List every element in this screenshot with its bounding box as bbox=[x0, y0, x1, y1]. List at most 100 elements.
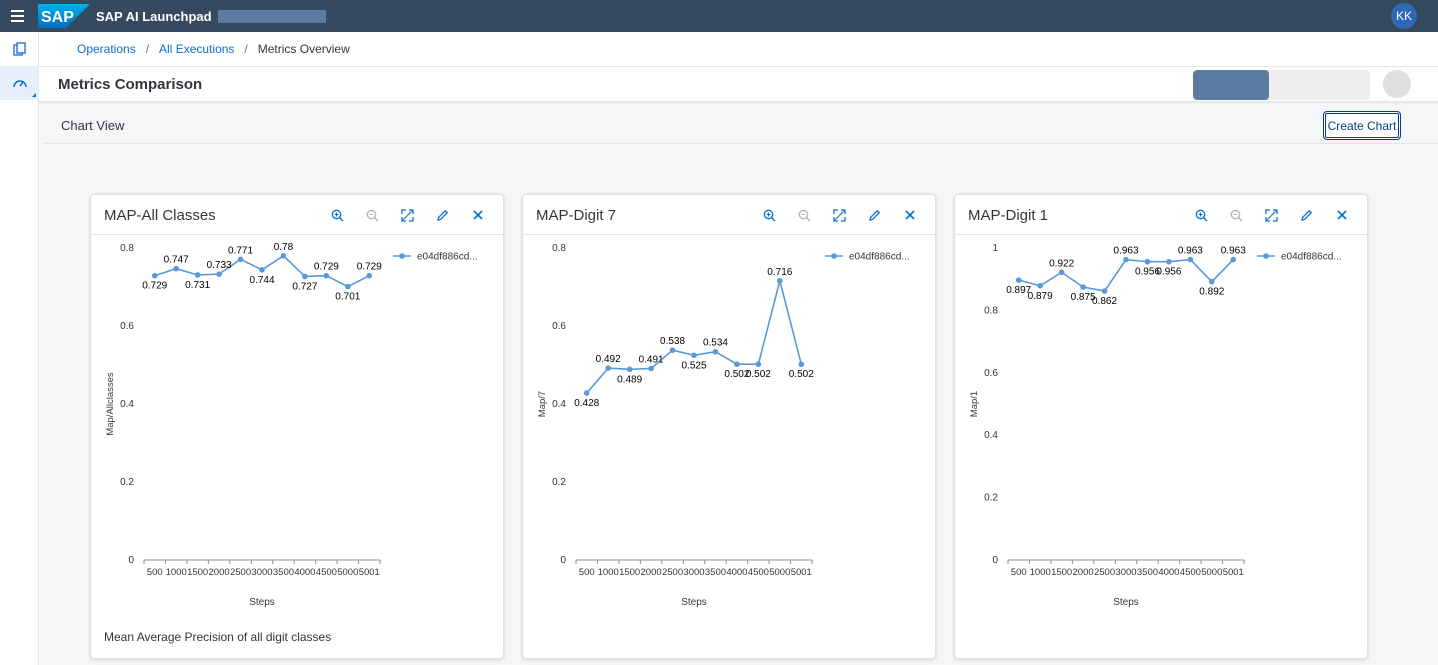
data-point[interactable] bbox=[1209, 278, 1215, 285]
data-point[interactable] bbox=[1101, 288, 1108, 294]
sidenav-item-workspaces[interactable] bbox=[0, 32, 39, 66]
zoom-in-icon[interactable] bbox=[752, 203, 787, 227]
data-label: 0.892 bbox=[1199, 287, 1224, 298]
data-label: 0.534 bbox=[703, 338, 728, 349]
data-point[interactable] bbox=[626, 366, 633, 373]
x-tick-label: 4000 bbox=[1158, 567, 1179, 578]
zoom-in-icon[interactable] bbox=[1184, 203, 1219, 227]
x-tick-label: 3500 bbox=[273, 567, 294, 578]
x-tick-label: 1000 bbox=[598, 567, 619, 578]
header-action-circle[interactable] bbox=[1383, 70, 1411, 98]
fullscreen-icon[interactable] bbox=[1254, 203, 1289, 227]
breadcrumb-separator: / bbox=[244, 42, 248, 56]
data-label: 0.428 bbox=[574, 398, 599, 409]
data-point[interactable] bbox=[648, 365, 654, 372]
edit-icon[interactable] bbox=[857, 203, 892, 227]
svg-text:SAP: SAP bbox=[41, 9, 74, 26]
data-label: 0.744 bbox=[249, 275, 274, 286]
data-point[interactable] bbox=[777, 277, 783, 284]
x-tick-label: 3000 bbox=[251, 567, 272, 578]
sidenav-item-ml-operations[interactable] bbox=[0, 66, 39, 100]
x-tick-label: 500 bbox=[147, 567, 163, 578]
x-tick-label: 4500 bbox=[316, 567, 337, 578]
edit-icon[interactable] bbox=[425, 203, 460, 227]
close-icon[interactable] bbox=[460, 203, 495, 227]
data-point[interactable] bbox=[173, 265, 179, 272]
chart-card: MAP-Digit 1 0 0.2 0.4 0.6 0.8 1 500 1000 1500 2000… bbox=[954, 194, 1368, 659]
data-point[interactable] bbox=[366, 272, 373, 279]
zoom-out-icon bbox=[787, 203, 822, 227]
data-point[interactable] bbox=[323, 272, 330, 279]
data-point[interactable] bbox=[1230, 256, 1237, 263]
data-point[interactable] bbox=[583, 390, 590, 396]
chart-card-actions bbox=[1184, 203, 1359, 227]
breadcrumb-link-operations[interactable]: Operations bbox=[77, 42, 136, 56]
data-point[interactable] bbox=[1058, 269, 1065, 276]
y-tick-label: 0.6 bbox=[984, 368, 998, 379]
view-toggle-option-active[interactable] bbox=[1193, 70, 1269, 100]
legend-marker bbox=[1263, 253, 1269, 259]
data-point[interactable] bbox=[605, 365, 611, 371]
legend-entry[interactable]: e04df886cd... bbox=[417, 252, 478, 263]
zoom-in-icon[interactable] bbox=[320, 203, 355, 227]
fullscreen-icon[interactable] bbox=[822, 203, 857, 227]
menu-icon[interactable] bbox=[0, 0, 34, 32]
x-tick-label: 3000 bbox=[1115, 567, 1136, 578]
gauge-icon bbox=[12, 80, 27, 88]
sap-logo[interactable]: SAP bbox=[38, 4, 90, 28]
close-icon[interactable] bbox=[1324, 203, 1359, 227]
data-point[interactable] bbox=[1187, 256, 1194, 263]
user-avatar[interactable]: KK bbox=[1391, 3, 1417, 29]
close-icon[interactable] bbox=[892, 203, 927, 227]
data-label: 0.491 bbox=[639, 355, 664, 366]
data-point[interactable] bbox=[345, 283, 351, 290]
data-point[interactable] bbox=[1123, 256, 1129, 263]
data-point[interactable] bbox=[237, 256, 244, 263]
side-navigation bbox=[0, 32, 39, 665]
x-tick-label: 1500 bbox=[1051, 567, 1072, 578]
x-tick-label: 2500 bbox=[230, 567, 251, 578]
view-toggle-option[interactable] bbox=[1269, 70, 1370, 100]
chart-card-title: MAP-Digit 1 bbox=[968, 207, 1049, 224]
data-point[interactable] bbox=[1144, 258, 1151, 265]
legend-entry[interactable]: e04df886cd... bbox=[1281, 252, 1342, 263]
edit-icon[interactable] bbox=[1289, 203, 1324, 227]
data-point[interactable] bbox=[1080, 284, 1086, 290]
x-tick-label: 1000 bbox=[166, 567, 187, 578]
data-point[interactable] bbox=[1015, 277, 1022, 283]
data-point[interactable] bbox=[734, 361, 740, 368]
data-label: 0.727 bbox=[292, 281, 317, 292]
data-point[interactable] bbox=[259, 267, 265, 273]
data-point[interactable] bbox=[216, 271, 222, 277]
data-point[interactable] bbox=[302, 273, 308, 280]
data-label: 0.78 bbox=[274, 242, 294, 253]
app-title: SAP AI Launchpad bbox=[96, 8, 212, 24]
fullscreen-icon[interactable] bbox=[390, 203, 425, 227]
x-tick-label: 4000 bbox=[294, 567, 315, 578]
data-point[interactable] bbox=[151, 272, 158, 279]
data-point[interactable] bbox=[1166, 258, 1172, 265]
chart-card-actions bbox=[752, 203, 927, 227]
y-tick-label: 0.8 bbox=[120, 243, 134, 254]
data-point[interactable] bbox=[798, 361, 805, 368]
data-point[interactable] bbox=[691, 352, 697, 359]
breadcrumb-link-all-executions[interactable]: All Executions bbox=[159, 42, 234, 56]
x-tick-label: 3500 bbox=[705, 567, 726, 578]
x-tick-label: 2000 bbox=[641, 567, 662, 578]
chart-card-description: Mean Average Precision of all digit clas… bbox=[104, 630, 332, 644]
create-chart-button[interactable]: Create Chart bbox=[1323, 111, 1401, 140]
data-point[interactable] bbox=[755, 361, 762, 368]
chart-view-title: Chart View bbox=[61, 118, 125, 133]
data-label: 0.963 bbox=[1178, 246, 1203, 257]
data-point[interactable] bbox=[280, 253, 287, 259]
x-tick-label: 4000 bbox=[726, 567, 747, 578]
data-point[interactable] bbox=[194, 272, 201, 278]
x-tick-label: 1500 bbox=[187, 567, 208, 578]
x-tick-label: 500 bbox=[579, 567, 595, 578]
legend-entry[interactable]: e04df886cd... bbox=[849, 252, 910, 263]
y-axis-title: Map/Allclasses bbox=[105, 372, 116, 436]
y-tick-label: 0.4 bbox=[120, 399, 134, 410]
data-point[interactable] bbox=[1037, 282, 1043, 289]
data-point[interactable] bbox=[712, 348, 719, 355]
data-point[interactable] bbox=[669, 347, 676, 353]
